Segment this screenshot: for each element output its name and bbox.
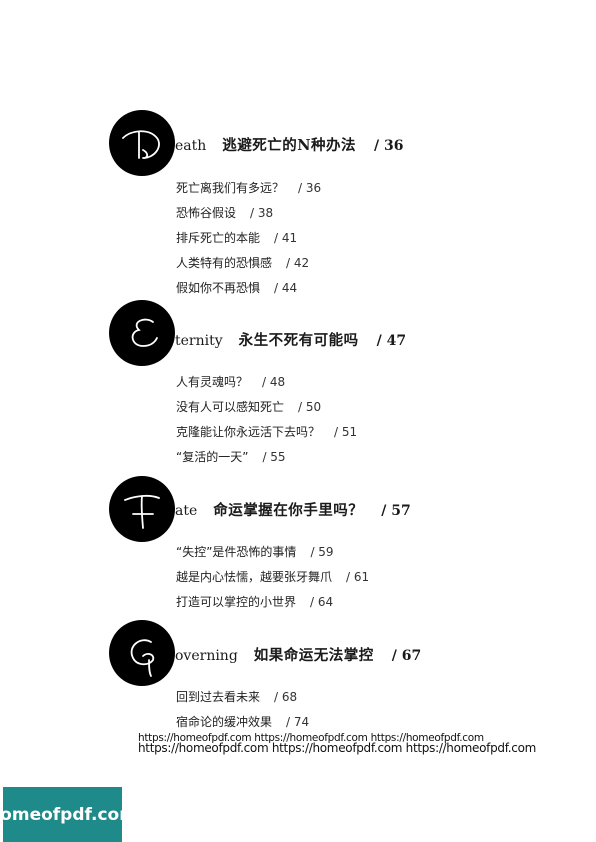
chapter-heading-death[interactable]: eath 逃避死亡的N种办法 / 36 bbox=[175, 134, 404, 155]
page-number: / 57 bbox=[381, 503, 411, 519]
toc-items: 人有灵魂吗？/ 48 没有人可以感知死亡/ 50 克隆能让你永远活下去吗？/ 5… bbox=[176, 370, 357, 470]
chinese-title: 命运掌握在你手里吗？ bbox=[213, 502, 364, 519]
toc-item[interactable]: 打造可以掌控的小世界/ 64 bbox=[176, 590, 369, 615]
toc-item[interactable]: “失控”是件恐怖的事情/ 59 bbox=[176, 540, 369, 565]
letter-f-icon bbox=[124, 494, 160, 529]
english-title: overning bbox=[175, 648, 238, 664]
initial-badge-f bbox=[109, 476, 175, 542]
chapter-heading-eternity[interactable]: ternity 永生不死有可能吗 / 47 bbox=[175, 329, 406, 350]
toc-item[interactable]: 克隆能让你永远活下去吗？/ 51 bbox=[176, 420, 357, 445]
english-title: eath bbox=[175, 138, 207, 154]
toc-item[interactable]: 恐怖谷假设/ 38 bbox=[176, 201, 321, 226]
toc-items: 死亡离我们有多远？/ 36 恐怖谷假设/ 38 排斥死亡的本能/ 41 人类特有… bbox=[176, 176, 321, 301]
logo-text: homeofpdf.com bbox=[0, 804, 137, 825]
homeofpdf-logo[interactable]: homeofpdf.com bbox=[0, 787, 137, 842]
toc-item[interactable]: 回到过去看未来/ 68 bbox=[176, 685, 309, 710]
chinese-title: 逃避死亡的N种办法 bbox=[222, 137, 357, 154]
toc-item[interactable]: 人有灵魂吗？/ 48 bbox=[176, 370, 357, 395]
chapter-heading-governing[interactable]: overning 如果命运无法掌控 / 67 bbox=[175, 644, 421, 665]
letter-d-icon bbox=[122, 130, 160, 159]
toc-item[interactable]: 假如你不再恐惧/ 44 bbox=[176, 276, 321, 301]
letter-g-icon bbox=[130, 639, 155, 677]
chinese-title: 如果命运无法掌控 bbox=[253, 647, 374, 664]
toc-items: 回到过去看未来/ 68 宿命论的缓冲效果/ 74 bbox=[176, 685, 309, 735]
chinese-title: 永生不死有可能吗 bbox=[238, 332, 359, 349]
chapter-heading-fate[interactable]: ate 命运掌握在你手里吗？ / 57 bbox=[175, 499, 411, 520]
initial-badge-e bbox=[109, 300, 175, 366]
letter-e-icon bbox=[131, 318, 158, 347]
english-title: ternity bbox=[175, 333, 223, 349]
toc-item[interactable]: “复活的一天”/ 55 bbox=[176, 445, 357, 470]
watermark: https://homeofpdf.com https://homeofpdf.… bbox=[138, 733, 537, 755]
page-number: / 36 bbox=[374, 138, 404, 154]
toc-item[interactable]: 人类特有的恐惧感/ 42 bbox=[176, 251, 321, 276]
toc-item[interactable]: 没有人可以感知死亡/ 50 bbox=[176, 395, 357, 420]
watermark-line-2: https://homeofpdf.com https://homeofpdf.… bbox=[138, 741, 537, 755]
page-number: / 67 bbox=[391, 648, 422, 664]
toc-item[interactable]: 排斥死亡的本能/ 41 bbox=[176, 226, 321, 251]
english-title: ate bbox=[175, 503, 198, 519]
initial-badge-g bbox=[109, 620, 175, 686]
toc-item[interactable]: 越是内心怯懦，越要张牙舞爪/ 61 bbox=[176, 565, 369, 590]
toc-items: “失控”是件恐怖的事情/ 59 越是内心怯懦，越要张牙舞爪/ 61 打造可以掌控… bbox=[176, 540, 369, 615]
initial-badge-d bbox=[109, 110, 175, 176]
toc-item[interactable]: 死亡离我们有多远？/ 36 bbox=[176, 176, 321, 201]
page-number: / 47 bbox=[376, 333, 407, 349]
